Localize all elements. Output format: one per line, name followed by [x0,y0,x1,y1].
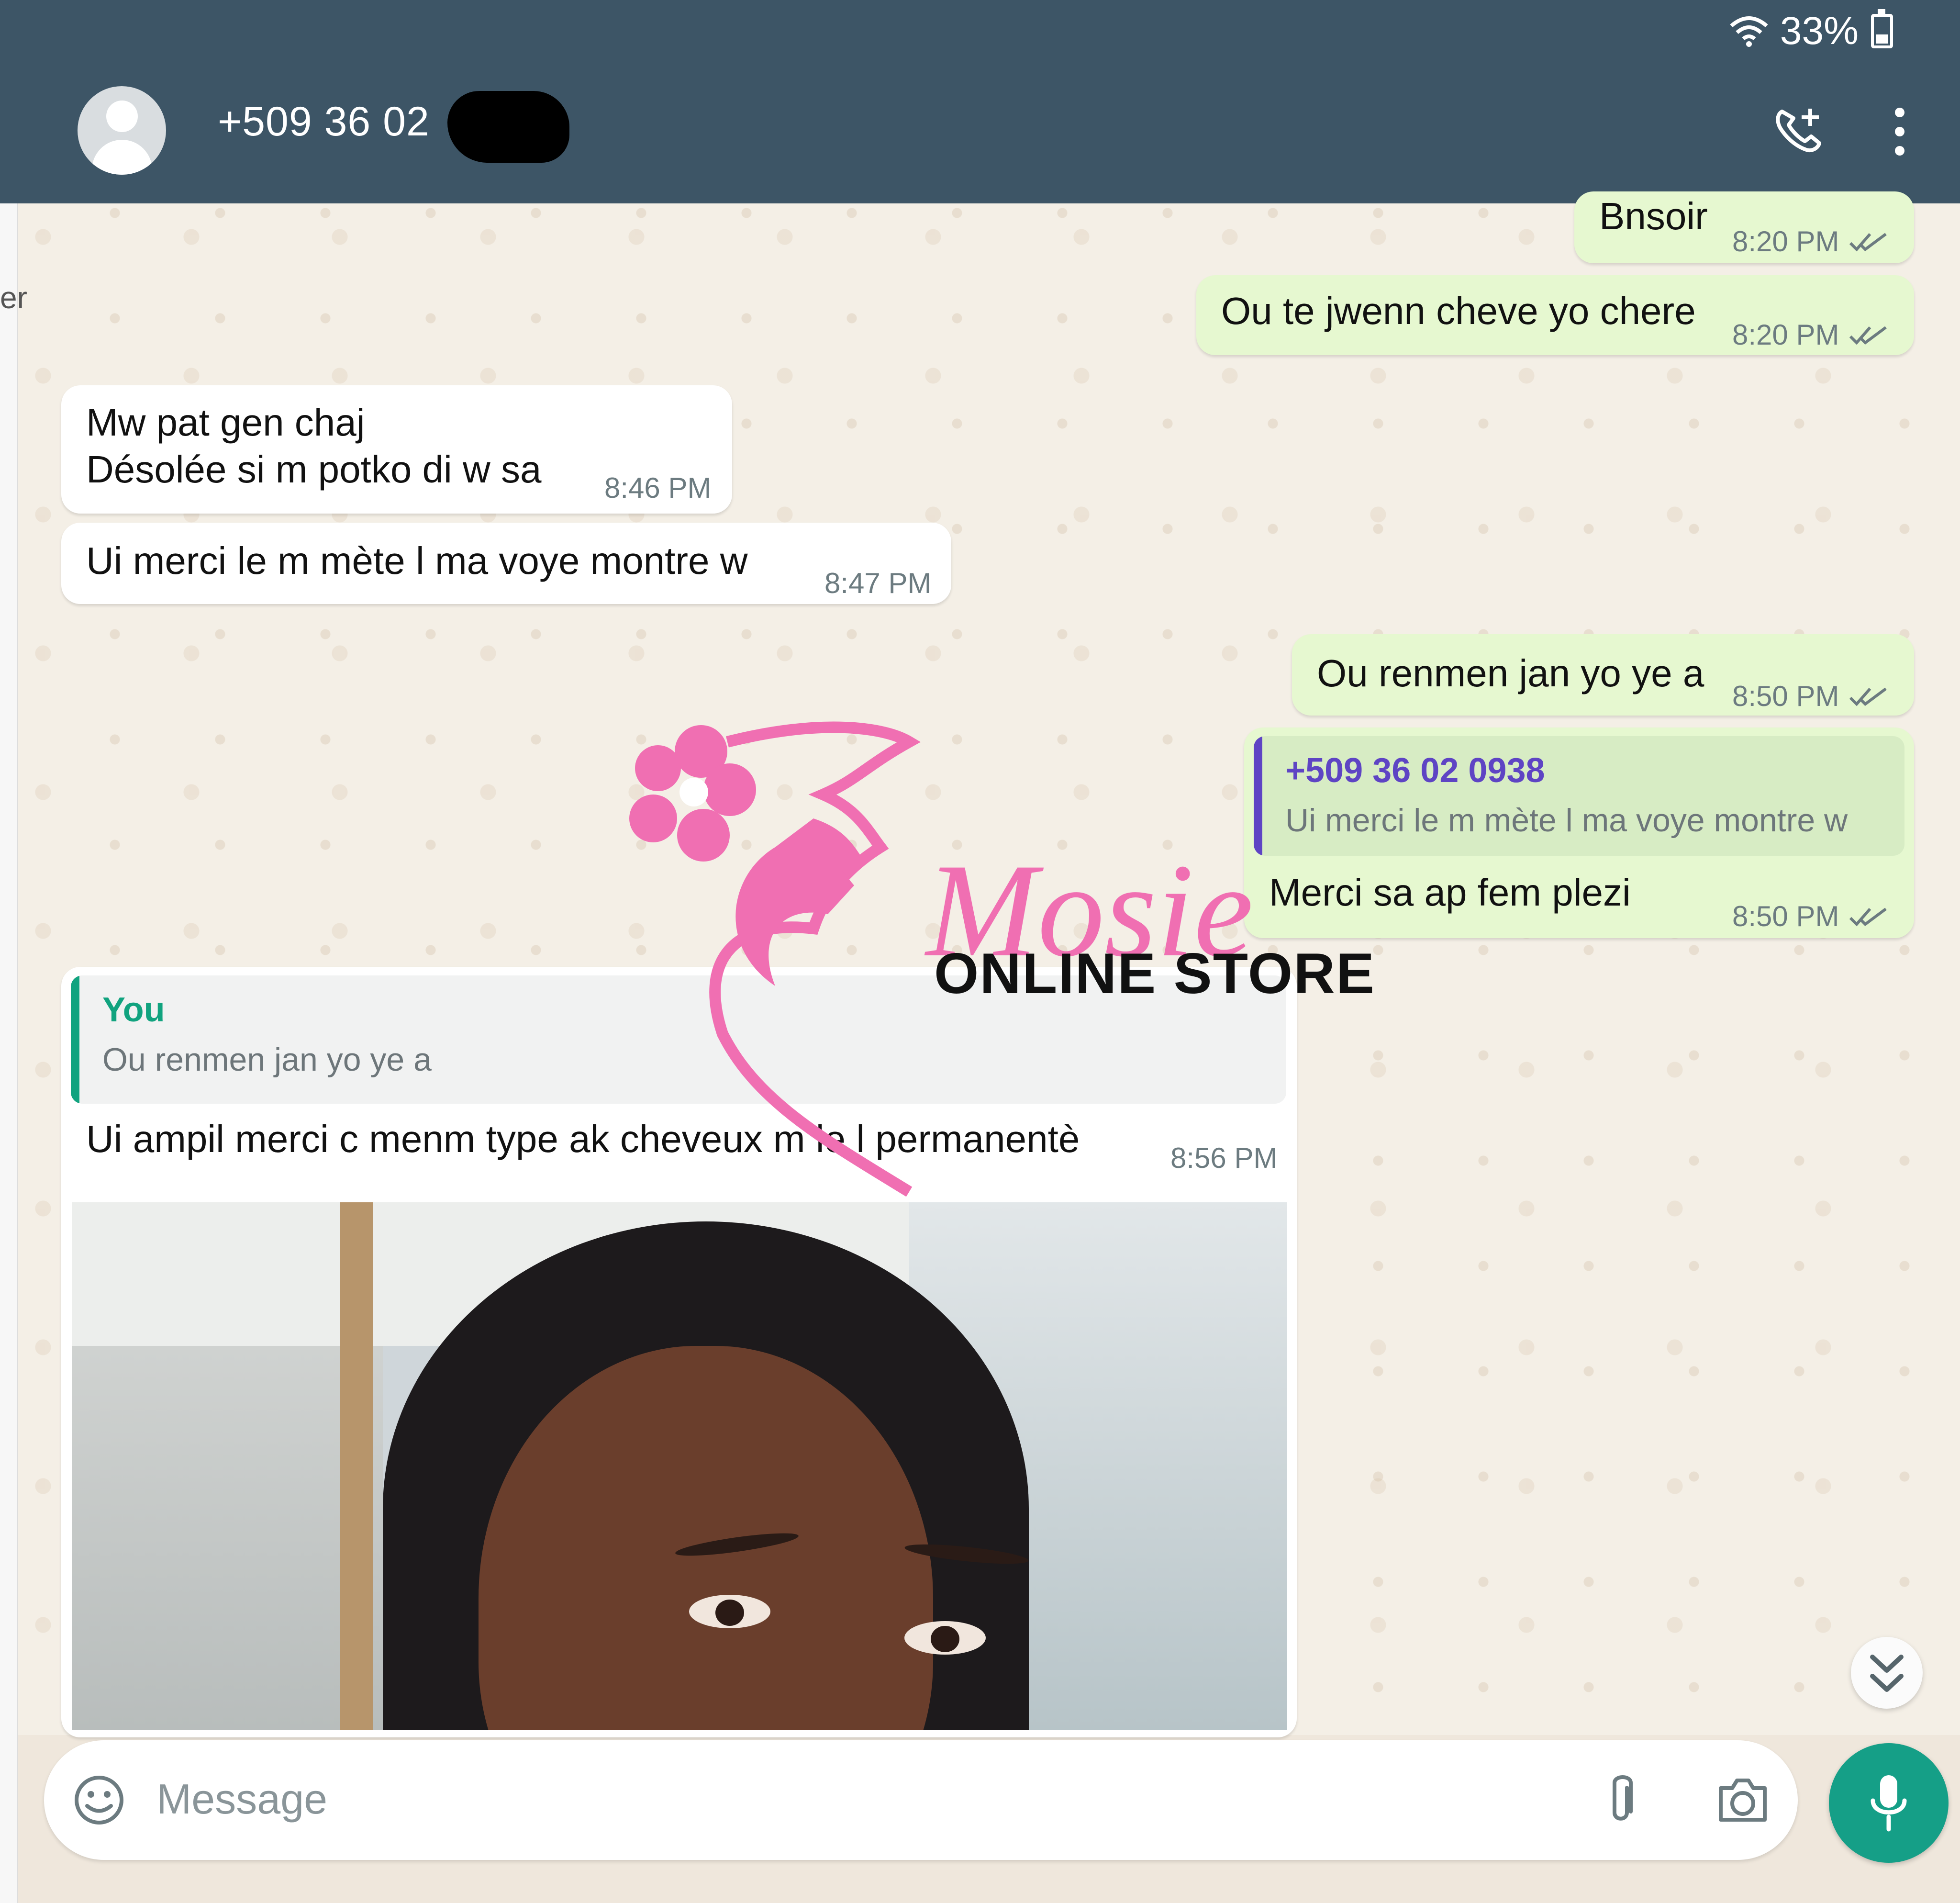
incoming-message[interactable]: Mw pat gen chaj Désolée si m potko di w … [61,385,732,514]
message-text: Ou renmen jan yo ye a [1317,652,1704,694]
outgoing-message[interactable]: Ou renmen jan yo ye a 8:50 PM [1292,634,1914,716]
message-input[interactable]: Message [156,1775,327,1824]
watermark-subtitle: ONLINE STORE [934,941,1375,1006]
message-time: 8:20 PM [1732,319,1839,351]
left-panel-edge: er [0,203,27,1903]
incoming-message[interactable]: Ui merci le m mète l ma voye montre w 8:… [61,523,951,604]
message-text: Bnsoir [1599,195,1708,237]
chat-header: +509 36 02 [0,60,1960,203]
emoji-icon[interactable] [73,1774,125,1826]
status-bar: 33% [0,0,1960,60]
double-tick-icon [1849,907,1887,926]
message-time: 8:47 PM [824,567,932,599]
more-vertical-icon[interactable] [1890,103,1909,160]
double-tick-icon [1849,326,1887,345]
message-time: 8:46 PM [604,472,712,504]
quoted-sender: You [102,991,165,1029]
status-indicators: 33% [1727,9,1893,54]
double-tick-icon [1849,233,1887,251]
add-call-icon[interactable] [1771,103,1828,156]
double-tick-icon [1849,687,1887,706]
message-text-line-2: Désolée si m potko di w sa [86,448,542,491]
outgoing-reply-message[interactable]: +509 36 02 0938 Ui merci le m mète l ma … [1244,728,1914,938]
outgoing-message[interactable]: Bnsoir 8:20 PM [1574,191,1914,263]
outgoing-message[interactable]: Ou te jwenn cheve yo chere 8:20 PM [1196,275,1914,355]
received-photo[interactable] [72,1202,1287,1730]
redaction-mark [447,91,569,163]
scroll-to-bottom-button[interactable] [1851,1637,1923,1709]
watermark-logo: Mosie ONLINE STORE [574,699,1374,1201]
paperclip-icon[interactable] [1599,1771,1642,1829]
message-text: Ou te jwenn cheve yo chere [1221,290,1696,332]
message-composer[interactable]: Message [44,1740,1798,1860]
contact-avatar[interactable] [78,86,166,175]
message-text: Ui merci le m mète l ma voye montre w [86,539,748,582]
message-time: 8:50 PM [1732,680,1839,712]
voice-message-button[interactable] [1829,1743,1949,1863]
message-text-line-1: Mw pat gen chaj [86,401,365,444]
quoted-sender: +509 36 02 0938 [1285,751,1545,790]
quoted-message[interactable]: +509 36 02 0938 Ui merci le m mète l ma … [1254,736,1904,856]
microphone-icon [1871,1775,1907,1832]
contact-name[interactable]: +509 36 02 [218,98,430,146]
battery-icon [1871,9,1893,48]
message-time: 8:20 PM [1732,225,1839,257]
message-time: 8:50 PM [1732,900,1839,932]
double-chevron-down-icon [1870,1655,1904,1692]
wifi-icon [1730,16,1768,47]
quoted-text: Ou renmen jan yo ye a [102,1041,432,1078]
camera-icon[interactable] [1714,1775,1771,1827]
quoted-text: Ui merci le m mète l ma voye montre w [1285,802,1848,839]
message-text: Merci sa ap fem plezi [1269,871,1631,914]
battery-percent: 33% [1780,9,1859,53]
